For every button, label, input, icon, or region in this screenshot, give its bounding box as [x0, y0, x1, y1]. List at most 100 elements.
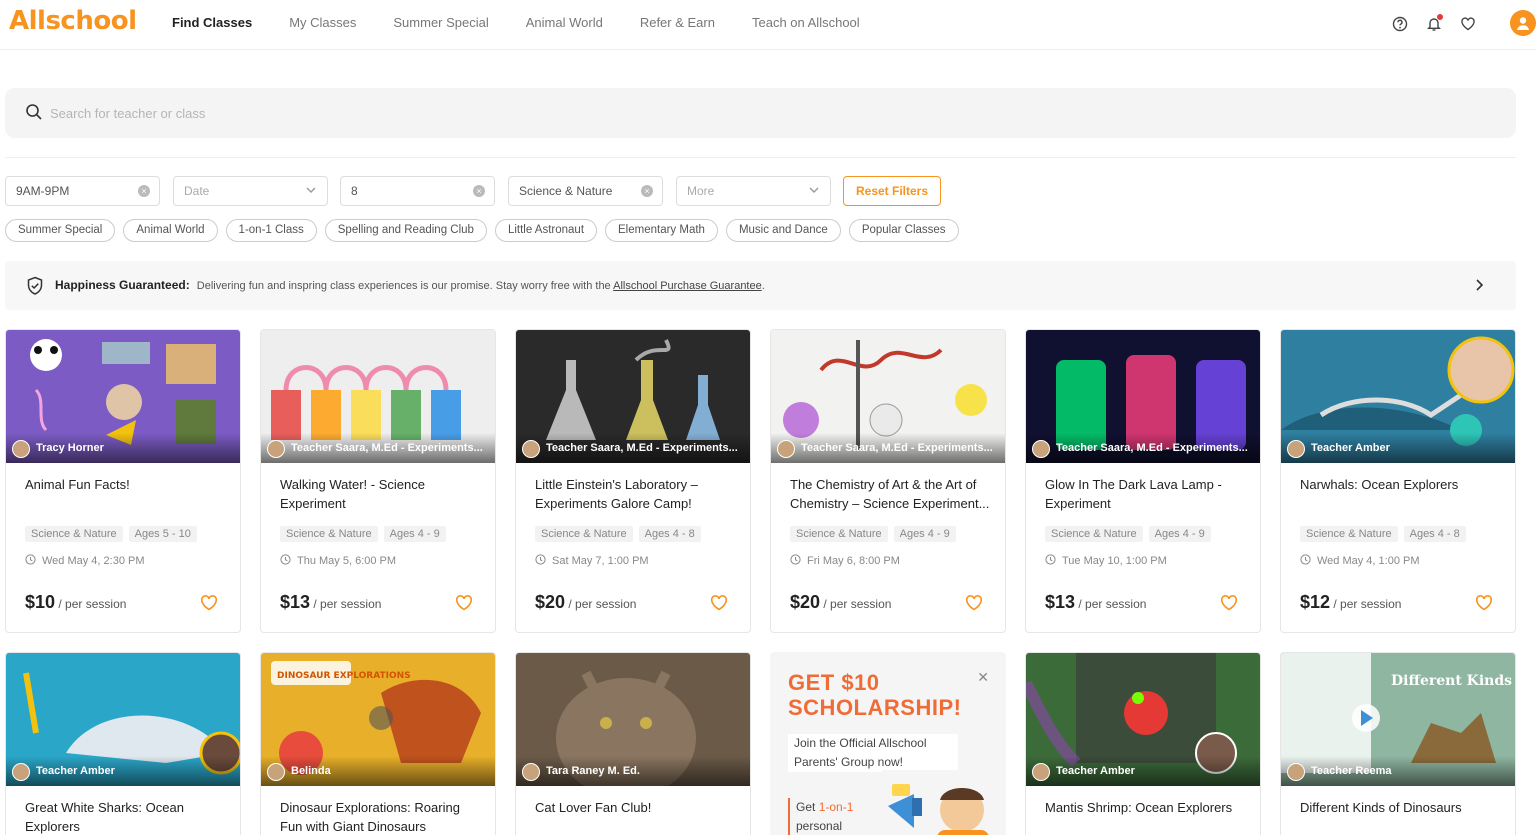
date-filter[interactable]: Date [173, 176, 328, 206]
teacher-name[interactable]: Belinda [291, 765, 486, 777]
time-filter[interactable]: 9AM-9PM × [5, 176, 160, 206]
teacher-name[interactable]: Tracy Horner [36, 442, 231, 454]
class-card[interactable]: Teacher Saara, M.Ed - Experiments... Walk… [260, 329, 496, 633]
class-thumbnail[interactable]: Teacher Saara, M.Ed - Experiments... [516, 330, 750, 463]
class-card[interactable]: Teacher Amber Mantis Shrimp: Ocean Explor… [1025, 652, 1261, 835]
teacher-name[interactable]: Tara Raney M. Ed. [546, 765, 741, 777]
class-card[interactable]: Teacher Saara, M.Ed - Experiments... The … [770, 329, 1006, 633]
class-card[interactable]: Tara Raney M. Ed. Cat Lover Fan Club! [515, 652, 751, 835]
teacher-name[interactable]: Teacher Saara, M.Ed - Experiments... [801, 442, 996, 454]
subject-tag: Science & Nature [535, 526, 633, 542]
class-thumbnail[interactable]: Teacher Amber [1026, 653, 1260, 786]
help-icon[interactable] [1389, 13, 1411, 35]
chip-animal-world[interactable]: Animal World [123, 219, 218, 242]
teacher-avatar[interactable] [12, 440, 30, 458]
teacher-name[interactable]: Teacher Amber [1311, 442, 1506, 454]
clear-icon[interactable]: × [138, 185, 150, 197]
class-title[interactable]: Different Kinds of Dinosaurs [1300, 798, 1500, 817]
class-title[interactable]: Glow In The Dark Lava Lamp - Experiment [1045, 475, 1245, 513]
teacher-avatar[interactable] [522, 440, 540, 458]
age-tag: Ages 4 - 9 [383, 526, 446, 542]
class-thumbnail[interactable]: Teacher Amber [6, 653, 240, 786]
class-thumbnail[interactable]: Teacher Saara, M.Ed - Experiments... [771, 330, 1005, 463]
teacher-avatar[interactable] [1032, 763, 1050, 781]
nav-find-classes[interactable]: Find Classes [172, 15, 252, 30]
more-filter[interactable]: More [676, 176, 831, 206]
class-thumbnail[interactable]: Teacher Saara, M.Ed - Experiments... [261, 330, 495, 463]
happiness-guarantee-banner[interactable]: Happiness Guaranteed: Delivering fun and… [5, 261, 1516, 310]
teacher-avatar[interactable] [267, 763, 285, 781]
teacher-name[interactable]: Teacher Reema [1311, 765, 1506, 777]
clear-icon[interactable]: × [473, 185, 485, 197]
class-card[interactable]: Teacher Saara, M.Ed - Experiments... Glow… [1025, 329, 1261, 633]
class-title[interactable]: Cat Lover Fan Club! [535, 798, 735, 817]
class-card[interactable]: Teacher Saara, M.Ed - Experiments... Litt… [515, 329, 751, 633]
class-card[interactable]: DINOSAUR EXPLORATIONS Belinda Dinosaur Exp… [260, 652, 496, 835]
favorite-heart-icon[interactable] [965, 595, 983, 616]
scholarship-promo[interactable]: GET $10 SCHOLARSHIP! ✕ Join the Official… [770, 652, 1006, 835]
teacher-avatar[interactable] [522, 763, 540, 781]
chip-popular-classes[interactable]: Popular Classes [848, 219, 959, 242]
close-icon[interactable]: ✕ [977, 669, 989, 686]
class-title[interactable]: Little Einstein's Laboratory – Experimen… [535, 475, 735, 513]
chevron-right-icon[interactable] [1474, 278, 1484, 297]
teacher-avatar[interactable] [12, 763, 30, 781]
class-card[interactable]: Tracy Horner Animal Fun Facts! Science & N… [5, 329, 241, 633]
age-filter[interactable]: 8 × [340, 176, 495, 206]
chip-spelling-reading[interactable]: Spelling and Reading Club [324, 219, 487, 242]
favorite-heart-icon[interactable] [710, 595, 728, 616]
teacher-name[interactable]: Teacher Saara, M.Ed - Experiments... [291, 442, 486, 454]
favorites-heart-icon[interactable] [1457, 13, 1479, 35]
class-card[interactable]: Teacher Amber Narwhals: Ocean Explorers Sc… [1280, 329, 1516, 633]
class-title[interactable]: Dinosaur Explorations: Roaring Fun with … [280, 798, 480, 835]
teacher-avatar[interactable] [777, 440, 795, 458]
class-thumbnail[interactable]: Tara Raney M. Ed. [516, 653, 750, 786]
class-card[interactable]: Teacher Amber Great White Sharks: Ocean E… [5, 652, 241, 835]
chip-little-astronaut[interactable]: Little Astronaut [494, 219, 598, 242]
class-title[interactable]: Great White Sharks: Ocean Explorers [25, 798, 225, 835]
class-thumbnail[interactable]: Tracy Horner [6, 330, 240, 463]
class-thumbnail[interactable]: Teacher Amber [1281, 330, 1515, 463]
user-avatar[interactable] [1510, 10, 1536, 36]
teacher-avatar[interactable] [1287, 440, 1305, 458]
teacher-avatar[interactable] [267, 440, 285, 458]
teacher-name[interactable]: Teacher Saara, M.Ed - Experiments... [1056, 442, 1251, 454]
notification-bell-icon[interactable] [1423, 13, 1445, 35]
class-title[interactable]: Mantis Shrimp: Ocean Explorers [1045, 798, 1245, 817]
search-input[interactable] [50, 98, 850, 128]
favorite-heart-icon[interactable] [1220, 595, 1238, 616]
chip-1on1[interactable]: 1-on-1 Class [225, 219, 317, 242]
class-title[interactable]: Animal Fun Facts! [25, 475, 225, 494]
chip-elementary-math[interactable]: Elementary Math [605, 219, 718, 242]
class-title[interactable]: Walking Water! - Science Experiment [280, 475, 480, 513]
class-card[interactable]: Different Kinds of Dinosaurs Teacher Reem… [1280, 652, 1516, 835]
class-thumbnail[interactable]: Different Kinds of Dinosaurs Teacher Reem… [1281, 653, 1515, 786]
class-title[interactable]: Narwhals: Ocean Explorers [1300, 475, 1500, 494]
favorite-heart-icon[interactable] [200, 595, 218, 616]
clear-icon[interactable]: × [641, 185, 653, 197]
clock-icon [1300, 554, 1317, 568]
class-title[interactable]: The Chemistry of Art & the Art of Chemis… [790, 475, 990, 513]
class-time-text: Thu May 5, 6:00 PM [297, 555, 397, 567]
reset-filters-button[interactable]: Reset Filters [843, 176, 941, 206]
nav-my-classes[interactable]: My Classes [289, 15, 356, 30]
subject-filter[interactable]: Science & Nature × [508, 176, 663, 206]
teacher-avatar[interactable] [1032, 440, 1050, 458]
teacher-name[interactable]: Teacher Saara, M.Ed - Experiments... [546, 442, 741, 454]
nav-teach[interactable]: Teach on Allschool [752, 15, 860, 30]
chevron-down-icon [305, 184, 317, 199]
allschool-logo[interactable]: Allschool [9, 6, 137, 36]
chip-music-dance[interactable]: Music and Dance [725, 219, 841, 242]
nav-refer-earn[interactable]: Refer & Earn [640, 15, 715, 30]
favorite-heart-icon[interactable] [455, 595, 473, 616]
chip-summer-special[interactable]: Summer Special [5, 219, 116, 242]
teacher-avatar[interactable] [1287, 763, 1305, 781]
nav-animal-world[interactable]: Animal World [526, 15, 603, 30]
class-thumbnail[interactable]: Teacher Saara, M.Ed - Experiments... [1026, 330, 1260, 463]
favorite-heart-icon[interactable] [1475, 595, 1493, 616]
class-thumbnail[interactable]: DINOSAUR EXPLORATIONS Belinda [261, 653, 495, 786]
teacher-name[interactable]: Teacher Amber [36, 765, 231, 777]
teacher-name[interactable]: Teacher Amber [1056, 765, 1251, 777]
purchase-guarantee-link[interactable]: Allschool Purchase Guarantee [613, 280, 762, 292]
nav-summer-special[interactable]: Summer Special [393, 15, 488, 30]
